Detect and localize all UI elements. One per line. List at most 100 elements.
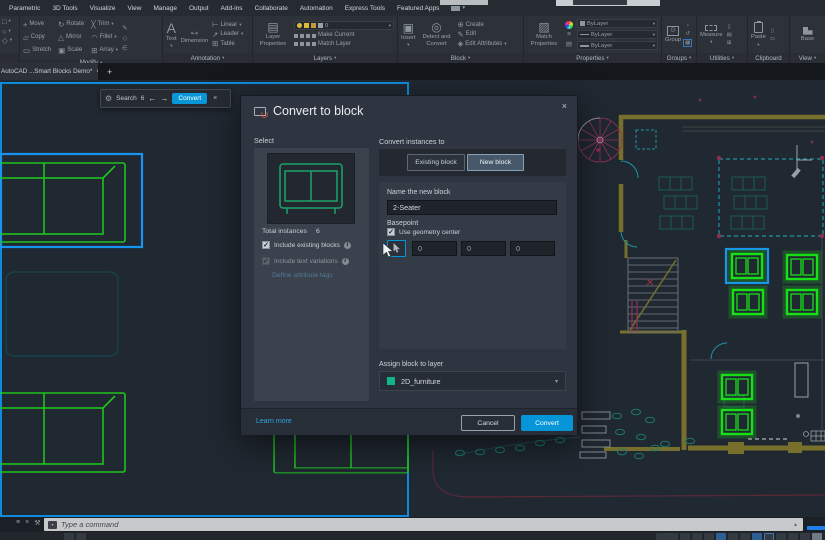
status-icon[interactable] — [740, 533, 750, 540]
text-button[interactable]: A Text ▾ — [166, 21, 177, 49]
cmd-close-icon[interactable]: × — [25, 519, 29, 527]
layer-dropdown[interactable]: 2D_furniture ▾ — [379, 371, 566, 391]
lineweight-icon[interactable]: ▤ — [566, 40, 572, 48]
cut-clip-icon[interactable]: ▭ — [770, 36, 775, 42]
tab-new-block[interactable]: New block — [467, 154, 524, 171]
id-point-icon[interactable]: ▤ — [727, 32, 732, 38]
menu-collaborate[interactable]: Collaborate — [255, 5, 288, 12]
erase-icon[interactable]: ✎ — [122, 24, 127, 32]
menu-overflow-button[interactable]: ▾ — [451, 5, 465, 11]
panel-label-utilities[interactable]: Utilities ▾ — [697, 53, 747, 63]
menu-visualize[interactable]: Visualize — [90, 5, 116, 12]
status-icon[interactable] — [76, 533, 86, 540]
table-button[interactable]: ⊞ Table — [212, 40, 243, 48]
spiral-staircase[interactable] — [577, 117, 623, 163]
linetype-dropdown[interactable]: ByLayer ▾ — [577, 30, 658, 39]
menu-featured-apps[interactable]: Featured Apps — [397, 5, 439, 12]
linear-button[interactable]: ⊢ Linear ▾ — [212, 21, 243, 29]
object-color-dropdown[interactable]: ByLayer ▾ — [577, 19, 658, 28]
sofa-instance-2[interactable] — [0, 392, 126, 473]
polygon-tool-button[interactable]: ◇ ▾ — [2, 37, 12, 45]
layer-select-dropdown[interactable]: 0 ▾ — [294, 21, 394, 31]
circle-tool-button[interactable]: ○ ▾ — [2, 27, 11, 36]
learn-more-link[interactable]: Learn more — [256, 418, 292, 425]
menu-automation[interactable]: Automation — [300, 5, 333, 12]
panel-label-layers[interactable]: Layers ▾ — [253, 53, 397, 63]
rectangle-tool-button[interactable]: □ ▾ — [2, 18, 11, 26]
move-button[interactable]: + Move — [23, 18, 51, 31]
make-current-button[interactable]: Make Current — [294, 32, 394, 39]
paste-button[interactable]: Paste ▾ — [751, 21, 766, 47]
recent-commands-icon[interactable]: ▾ — [48, 520, 57, 529]
insert-button[interactable]: ▣ Insert ▾ — [401, 22, 416, 48]
status-icon[interactable] — [716, 533, 726, 540]
menu-3d-tools[interactable]: 3D Tools — [52, 5, 77, 12]
basepoint-z-input[interactable]: 0 — [510, 241, 555, 256]
status-icon[interactable] — [800, 533, 810, 540]
include-existing-checkbox[interactable]: ✓ — [262, 241, 270, 249]
next-instance-button[interactable]: → — [160, 94, 168, 103]
gear-icon[interactable]: ⚙ — [105, 94, 112, 103]
panel-label-view[interactable]: View ▾ — [790, 53, 825, 63]
match-layer-button[interactable]: Match Layer — [294, 41, 394, 48]
ungroup-icon[interactable]: ▫ — [687, 23, 689, 29]
join-icon[interactable]: ∈ — [122, 44, 128, 52]
stretch-button[interactable]: ▭ Stretch — [23, 44, 51, 57]
status-icon[interactable] — [656, 533, 678, 540]
info-icon[interactable]: i — [343, 241, 351, 249]
scroll-up-icon[interactable]: ▴ — [794, 521, 797, 528]
match-properties-button[interactable]: ▨ Match Properties — [527, 21, 561, 47]
edit-attributes-button[interactable]: ◈ Edit Attributes ▾ — [458, 40, 507, 48]
lineweight-dropdown[interactable]: ByLayer ▾ — [577, 41, 658, 50]
status-icon[interactable] — [64, 533, 74, 540]
calculator-icon[interactable]: ⊞ — [727, 40, 732, 46]
color-wheel-icon[interactable] — [565, 21, 573, 29]
group-edit-icon[interactable]: ↺ — [685, 31, 690, 37]
group-selection-icon[interactable]: ▦ — [683, 38, 693, 47]
linetype-icon[interactable]: ≡ — [567, 31, 571, 38]
drawing-tab[interactable]: AutoCAD ...Smart Blocks Demo* × — [0, 63, 98, 80]
fillet-button[interactable]: ◠ Fillet ▾ — [91, 31, 118, 44]
status-icon[interactable] — [812, 533, 822, 540]
dialog-close-icon[interactable]: × — [562, 101, 567, 111]
menu-view[interactable]: View — [128, 5, 142, 12]
copy-button[interactable]: ▱ Copy — [23, 31, 51, 44]
scrollbar-thumb[interactable] — [807, 526, 825, 530]
basepoint-x-input[interactable]: 0 — [412, 241, 457, 256]
explode-icon[interactable]: ◇ — [122, 34, 127, 42]
menu-parametric[interactable]: Parametric — [9, 5, 40, 12]
previous-instance-button[interactable]: ← — [148, 94, 156, 103]
status-icon[interactable] — [776, 533, 786, 540]
menu-add-ins[interactable]: Add-ins — [221, 5, 243, 12]
panel-label-properties[interactable]: Properties ▾ — [524, 53, 661, 63]
panel-label-annotation[interactable]: Annotation ▾ — [163, 53, 252, 63]
status-icon[interactable] — [788, 533, 798, 540]
menu-manage[interactable]: Manage — [154, 5, 178, 12]
ghost-rectangle[interactable] — [5, 271, 119, 357]
base-button[interactable]: Base — [801, 26, 814, 43]
measure-button[interactable]: Measure ▾ — [700, 24, 723, 45]
rotate-button[interactable]: ↻ Rotate — [58, 18, 84, 31]
status-icon[interactable] — [680, 533, 690, 540]
basepoint-y-input[interactable]: 0 — [461, 241, 506, 256]
include-text-checkbox[interactable]: ✓ — [262, 257, 270, 265]
staircase[interactable] — [627, 257, 679, 333]
desks[interactable] — [579, 411, 611, 459]
geometry-center-checkbox[interactable]: ✓ — [387, 228, 395, 236]
layer-properties-button[interactable]: ▤ Layer Properties — [256, 21, 290, 47]
convert-button[interactable]: Convert — [521, 415, 573, 431]
define-attribute-tags-link[interactable]: Define attribute tags — [272, 272, 333, 279]
cancel-button[interactable]: Cancel — [461, 415, 515, 431]
copy-clip-icon[interactable]: ▯ — [771, 28, 774, 34]
status-icon[interactable] — [704, 533, 714, 540]
panel-label-block[interactable]: Block ▾ — [398, 53, 523, 63]
block-name-input[interactable]: 2-Seater — [387, 200, 557, 215]
status-icon[interactable] — [752, 533, 762, 540]
trim-button[interactable]: ╳ Trim ▾ — [91, 18, 118, 31]
info-icon[interactable]: i — [341, 257, 349, 265]
quick-select-icon[interactable]: ▯ — [728, 24, 731, 30]
tab-existing-block[interactable]: Existing block — [407, 154, 465, 171]
menu-express-tools[interactable]: Express Tools — [345, 5, 385, 12]
leader-button[interactable]: ↗ Leader ▾ — [212, 31, 243, 39]
array-button[interactable]: ⊞ Array ▾ — [91, 44, 118, 57]
